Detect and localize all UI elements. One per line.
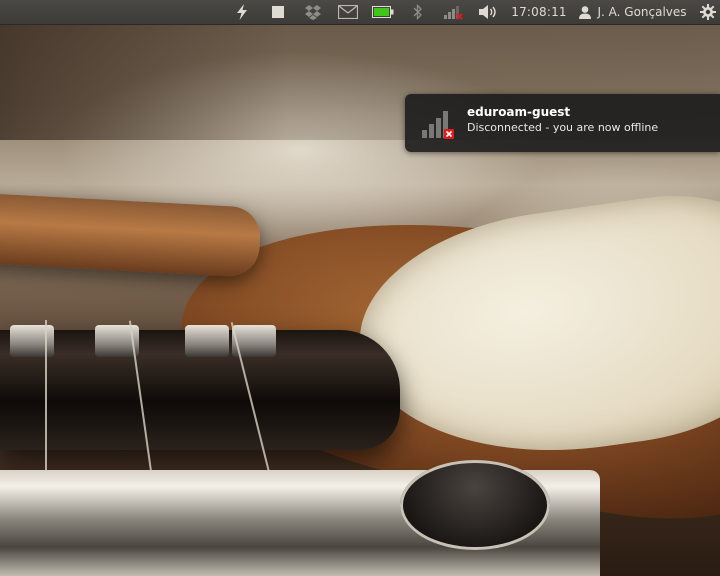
user-menu-name[interactable]: J. A. Gonçalves bbox=[595, 0, 689, 24]
guitar-saddle bbox=[10, 325, 54, 357]
top-panel: 17:08:11 J. A. Gonçalves bbox=[0, 0, 720, 25]
gear-icon[interactable] bbox=[697, 0, 719, 24]
user-icon[interactable] bbox=[577, 0, 593, 24]
stop-icon[interactable] bbox=[267, 0, 289, 24]
mail-icon[interactable] bbox=[336, 0, 360, 24]
guitar-neck bbox=[0, 192, 262, 278]
guitar-saddle bbox=[185, 325, 229, 357]
battery-icon[interactable] bbox=[371, 0, 395, 24]
dropbox-icon[interactable] bbox=[301, 0, 325, 24]
guitar-string bbox=[45, 320, 47, 480]
notification-bubble: eduroam-guest Disconnected - you are now… bbox=[405, 94, 720, 152]
notification-body: Disconnected - you are now offline bbox=[467, 121, 659, 134]
wifi-signal-disconnected-icon bbox=[419, 106, 455, 142]
bluetooth-icon[interactable] bbox=[407, 0, 429, 24]
notification-title: eduroam-guest bbox=[467, 105, 571, 119]
desktop-wallpaper bbox=[0, 0, 720, 576]
clock[interactable]: 17:08:11 bbox=[508, 0, 570, 24]
network-disconnected-icon[interactable] bbox=[440, 0, 466, 24]
volume-icon[interactable] bbox=[476, 0, 500, 24]
power-icon[interactable] bbox=[231, 0, 253, 24]
guitar-knob bbox=[400, 460, 550, 550]
